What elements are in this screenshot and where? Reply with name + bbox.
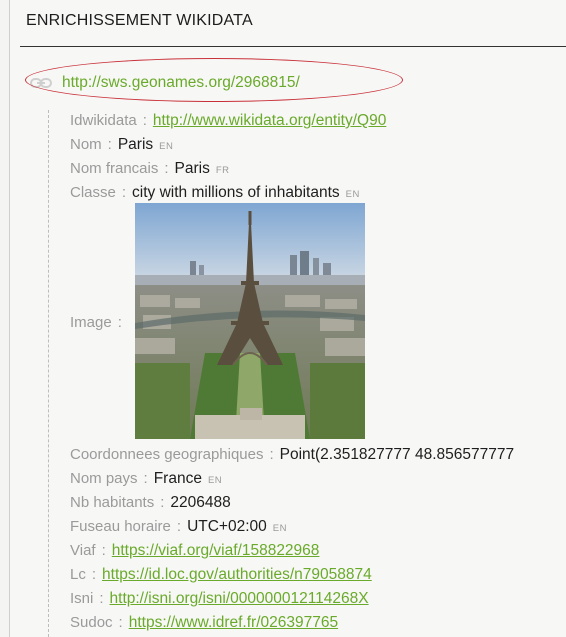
prop-coordonnees: Coordonnees geographiques: Point(2.351827… xyxy=(70,444,514,466)
prop-separator: : xyxy=(101,542,106,559)
prop-separator: : xyxy=(99,590,104,607)
sudoc-link[interactable]: https://www.idref.fr/026397765 xyxy=(129,614,338,631)
prop-key: Isni xyxy=(70,590,94,607)
paris-photo[interactable] xyxy=(135,203,365,439)
prop-key: Fuseau horaire xyxy=(70,518,171,535)
prop-separator: : xyxy=(176,518,182,535)
geonames-row: http://sws.geonames.org/2968815/ xyxy=(30,68,390,98)
prop-key: Image xyxy=(70,314,112,331)
geonames-link[interactable]: http://sws.geonames.org/2968815/ xyxy=(62,74,300,92)
nom-value: Paris xyxy=(117,136,154,153)
prop-nom-francais: Nom francais: Paris FR xyxy=(70,158,230,180)
classe-value: city with millions of inhabitants xyxy=(132,184,340,201)
isni-link[interactable]: http://isni.org/isni/000000012114268X xyxy=(110,590,369,607)
idwikidata-link[interactable]: http://www.wikidata.org/entity/Q90 xyxy=(153,112,386,129)
prop-separator: : xyxy=(143,470,148,487)
prop-nom-pays: Nom pays: France EN xyxy=(70,468,222,490)
prop-classe: Classe: city with millions of inhabitants… xyxy=(70,182,360,204)
prop-key: Coordonnees geographiques xyxy=(70,446,264,463)
wikidata-panel: ENRICHISSEMENT WIKIDATA http://sws.geona… xyxy=(9,0,566,637)
prop-lc: Lc: https://id.loc.gov/authorities/n79058… xyxy=(70,564,372,586)
prop-separator: : xyxy=(107,136,112,153)
lang-badge: EN xyxy=(345,189,360,200)
prop-key: Nom francais xyxy=(70,160,159,177)
prop-key: Sudoc xyxy=(70,614,113,631)
prop-key: Viaf xyxy=(70,542,96,559)
prop-viaf: Viaf: https://viaf.org/viaf/158822968 xyxy=(70,540,319,562)
tree-connector xyxy=(48,110,49,637)
prop-key: Classe xyxy=(70,184,116,201)
prop-nb-habitants: Nb habitants:2206488 xyxy=(70,492,231,514)
lang-badge: FR xyxy=(215,165,230,176)
prop-image: Image: xyxy=(70,312,128,334)
lang-badge: EN xyxy=(272,523,287,534)
link-icon xyxy=(30,76,52,90)
lang-badge: EN xyxy=(207,475,223,486)
fuseau-value: UTC+02:00 xyxy=(187,518,267,535)
section-title: ENRICHISSEMENT WIKIDATA xyxy=(26,12,253,29)
prop-separator: : xyxy=(142,112,147,129)
prop-key: Nom pays xyxy=(70,470,138,487)
prop-isni: Isni: http://isni.org/isni/00000001211426… xyxy=(70,588,369,610)
prop-nom: Nom: Paris EN xyxy=(70,134,173,156)
nom-pays-value: France xyxy=(153,470,202,487)
nom-francais-value: Paris xyxy=(174,160,210,177)
prop-key: Nom xyxy=(70,136,102,153)
prop-fuseau-horaire: Fuseau horaire: UTC+02:00 EN xyxy=(70,516,287,538)
coordonnees-value: Point(2.351827777 48.856577777 xyxy=(279,446,515,463)
prop-separator: : xyxy=(160,494,165,511)
prop-separator: : xyxy=(164,160,169,177)
prop-key: Nb habitants xyxy=(70,494,155,511)
prop-key: Idwikidata xyxy=(70,112,137,129)
prop-sudoc: Sudoc: https://www.idref.fr/026397765 xyxy=(70,612,338,634)
prop-idwikidata: Idwikidata: http://www.wikidata.org/entit… xyxy=(70,110,386,132)
lc-link[interactable]: https://id.loc.gov/authorities/n79058874 xyxy=(102,566,372,583)
prop-separator: : xyxy=(91,566,97,583)
prop-separator: : xyxy=(121,184,127,201)
viaf-link[interactable]: https://viaf.org/viaf/158822968 xyxy=(112,542,320,559)
prop-key: Lc xyxy=(70,566,86,583)
lang-badge: EN xyxy=(159,141,174,152)
title-divider xyxy=(20,46,566,47)
nb-habitants-value: 2206488 xyxy=(170,494,231,511)
prop-separator: : xyxy=(269,446,274,463)
prop-separator: : xyxy=(118,614,123,631)
prop-separator: : xyxy=(117,314,122,331)
